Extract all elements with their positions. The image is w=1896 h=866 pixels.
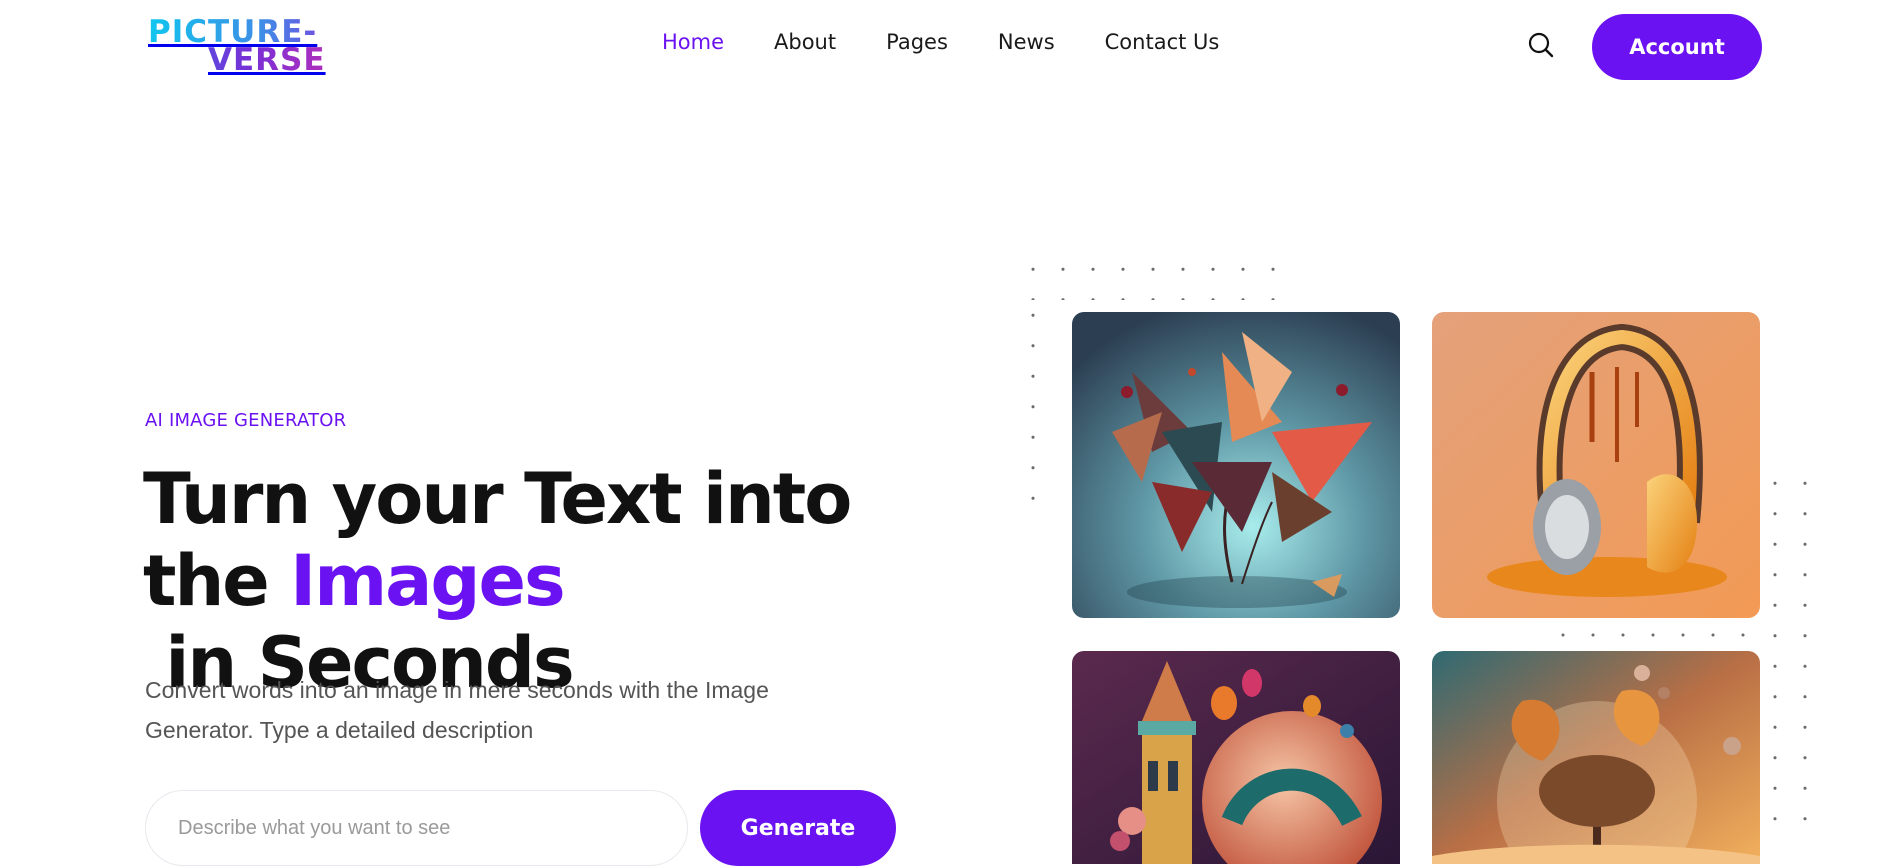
account-button[interactable]: Account	[1592, 14, 1762, 80]
logo-line-2: VERSE	[148, 45, 338, 76]
hero-headline: Turn your Text into the Images in Second…	[143, 458, 943, 704]
prompt-input[interactable]	[145, 790, 688, 866]
gallery-image-autumn-leaves[interactable]	[1072, 312, 1400, 618]
dot-pattern-middle	[1548, 620, 1760, 650]
search-button[interactable]	[1526, 30, 1556, 60]
gallery-image-fantasy-castle[interactable]	[1072, 651, 1400, 864]
site-logo[interactable]: PICTURE- VERSE	[148, 17, 338, 78]
search-icon	[1528, 32, 1554, 58]
dot-pattern-left	[1018, 300, 1048, 520]
main-nav: Home About Pages News Contact Us	[662, 30, 1269, 62]
fantasy-castle-image	[1072, 651, 1400, 864]
gallery-image-melting-headphones[interactable]	[1432, 312, 1760, 618]
site-header: PICTURE- VERSE Home About Pages News Con…	[0, 0, 1896, 92]
headline-part-2: the	[143, 540, 291, 622]
dot-pattern-top	[1018, 254, 1286, 300]
gallery-image-tree-sphere[interactable]	[1432, 651, 1760, 864]
nav-item-contact-us[interactable]: Contact Us	[1105, 30, 1220, 62]
headline-accent: Images	[290, 540, 565, 622]
tree-sphere-image	[1432, 651, 1760, 864]
hero-eyebrow: AI IMAGE GENERATOR	[145, 410, 347, 431]
hero-description: Convert words into an image in mere seco…	[145, 677, 769, 743]
nav-item-pages[interactable]: Pages	[886, 30, 948, 62]
nav-item-home[interactable]: Home	[662, 30, 724, 62]
generate-button[interactable]: Generate	[700, 790, 896, 866]
dot-pattern-right	[1760, 468, 1820, 828]
nav-item-about[interactable]: About	[774, 30, 836, 62]
headphones-image	[1432, 312, 1760, 618]
autumn-leaves-image	[1072, 312, 1400, 618]
nav-item-news[interactable]: News	[998, 30, 1055, 62]
headline-line-1: Turn your Text into	[143, 458, 852, 540]
